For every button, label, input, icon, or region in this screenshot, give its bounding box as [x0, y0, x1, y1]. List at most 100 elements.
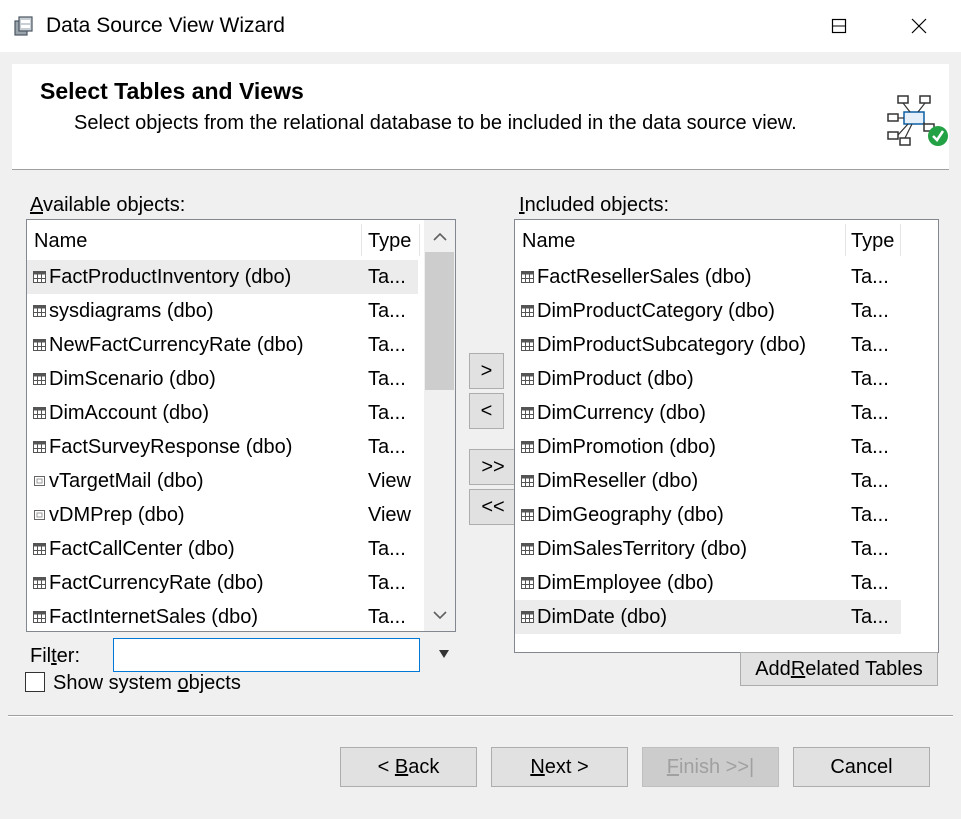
view-icon	[34, 476, 45, 486]
available-row-type: Ta...	[368, 571, 406, 594]
filter-input[interactable]	[113, 638, 420, 672]
table-icon	[33, 271, 46, 283]
cancel-button[interactable]: Cancel	[793, 747, 930, 787]
scroll-up-icon[interactable]	[433, 232, 447, 242]
available-row[interactable]: FactCurrencyRate (dbo) Ta...	[27, 566, 418, 600]
table-icon	[521, 543, 534, 555]
maximize-icon	[831, 18, 847, 34]
available-row-name: FactProductInventory (dbo)	[49, 265, 292, 288]
add-related-tables-button[interactable]: Add Related Tables	[740, 652, 938, 686]
table-icon	[521, 373, 534, 385]
included-row-type: Ta...	[851, 503, 889, 526]
included-row[interactable]: DimCurrency (dbo) Ta...	[515, 396, 901, 430]
included-type-header[interactable]: Type	[851, 230, 894, 253]
close-button[interactable]	[879, 0, 959, 52]
included-row[interactable]: DimProduct (dbo) Ta...	[515, 362, 901, 396]
table-icon	[521, 577, 534, 589]
included-row[interactable]: DimEmployee (dbo) Ta...	[515, 566, 901, 600]
included-row-name: DimSalesTerritory (dbo)	[537, 537, 748, 560]
available-row[interactable]: DimScenario (dbo) Ta...	[27, 362, 418, 396]
table-icon	[33, 407, 46, 419]
scrollbar-thumb[interactable]	[425, 252, 454, 390]
available-row-type: Ta...	[368, 333, 406, 356]
included-row[interactable]: FactResellerSales (dbo) Ta...	[515, 260, 901, 294]
included-row[interactable]: DimReseller (dbo) Ta...	[515, 464, 901, 498]
back-button[interactable]: < Back	[340, 747, 477, 787]
included-row[interactable]: DimProductSubcategory (dbo) Ta...	[515, 328, 901, 362]
available-row-name: vDMPrep (dbo)	[49, 503, 185, 526]
title-bar: Data Source View Wizard	[0, 0, 961, 52]
available-objects-list[interactable]: Name Type FactProductInventory (dbo) Ta..…	[26, 219, 456, 632]
available-row[interactable]: DimAccount (dbo) Ta...	[27, 396, 418, 430]
included-row-type: Ta...	[851, 435, 889, 458]
included-row-name: DimCurrency (dbo)	[537, 401, 706, 424]
scroll-down-icon[interactable]	[433, 610, 447, 620]
available-name-header[interactable]: Name	[34, 230, 87, 253]
available-row-type: Ta...	[368, 605, 406, 628]
table-icon	[33, 373, 46, 385]
available-row[interactable]: vDMPrep (dbo) View	[27, 498, 418, 532]
included-column-headers: Name Type	[515, 220, 938, 260]
available-row[interactable]: sysdiagrams (dbo) Ta...	[27, 294, 418, 328]
included-objects-label: Included objects:	[519, 194, 670, 216]
available-row-name: vTargetMail (dbo)	[49, 469, 204, 492]
included-row-type: Ta...	[851, 299, 889, 322]
available-row-name: DimScenario (dbo)	[49, 367, 216, 390]
finish-button[interactable]: Finish >>|	[642, 747, 779, 787]
available-row-name: FactInternetSales (dbo)	[49, 605, 258, 628]
included-row[interactable]: DimSalesTerritory (dbo) Ta...	[515, 532, 901, 566]
available-row-name: DimAccount (dbo)	[49, 401, 210, 424]
included-row[interactable]: DimPromotion (dbo) Ta...	[515, 430, 901, 464]
included-objects-list[interactable]: Name Type FactResellerSales (dbo) Ta... Di…	[514, 219, 939, 653]
included-row-name: DimEmployee (dbo)	[537, 571, 714, 594]
included-row-type: Ta...	[851, 265, 889, 288]
add-all-button[interactable]: >>	[469, 449, 517, 485]
filter-dropdown-icon[interactable]	[438, 649, 450, 659]
show-system-objects-label[interactable]: Show system objects	[53, 672, 241, 695]
window-title: Data Source View Wizard	[46, 14, 285, 37]
included-row-name: DimProductSubcategory (dbo)	[537, 333, 807, 356]
available-row[interactable]: vTargetMail (dbo) View	[27, 464, 418, 498]
available-type-header[interactable]: Type	[368, 230, 411, 253]
available-row-name: NewFactCurrencyRate (dbo)	[49, 333, 304, 356]
included-row-type: Ta...	[851, 367, 889, 390]
available-row-type: Ta...	[368, 435, 406, 458]
available-row[interactable]: FactInternetSales (dbo) Ta...	[27, 600, 418, 631]
included-row-type: Ta...	[851, 571, 889, 594]
included-row-name: DimProductCategory (dbo)	[537, 299, 775, 322]
included-row[interactable]: DimDate (dbo) Ta...	[515, 600, 901, 634]
included-row-name: DimGeography (dbo)	[537, 503, 724, 526]
available-row-name: sysdiagrams (dbo)	[49, 299, 214, 322]
remove-selected-button[interactable]: <	[469, 393, 504, 429]
available-row-type: View	[368, 469, 411, 492]
available-scrollbar[interactable]	[424, 220, 455, 631]
available-row-type: Ta...	[368, 401, 406, 424]
table-icon	[33, 611, 46, 623]
next-button[interactable]: Next >	[491, 747, 628, 787]
table-icon	[521, 339, 534, 351]
maximize-button[interactable]	[799, 0, 879, 52]
available-row-type: Ta...	[368, 367, 406, 390]
included-name-header[interactable]: Name	[522, 230, 575, 253]
available-row-type: Ta...	[368, 299, 406, 322]
database-wizard-icon	[14, 16, 33, 36]
included-row[interactable]: DimGeography (dbo) Ta...	[515, 498, 901, 532]
available-row[interactable]: FactProductInventory (dbo) Ta...	[27, 260, 418, 294]
footer-separator	[8, 715, 953, 717]
show-system-objects-checkbox[interactable]	[25, 672, 45, 692]
included-row-name: DimProduct (dbo)	[537, 367, 694, 390]
included-row-type: Ta...	[851, 469, 889, 492]
available-row[interactable]: FactSurveyResponse (dbo) Ta...	[27, 430, 418, 464]
available-row[interactable]: FactCallCenter (dbo) Ta...	[27, 532, 418, 566]
page-title: Select Tables and Views	[40, 78, 304, 104]
add-selected-button[interactable]: >	[469, 353, 504, 389]
remove-all-button[interactable]: <<	[469, 489, 517, 525]
page-subtitle: Select objects from the relational datab…	[74, 112, 797, 134]
included-row-name: DimDate (dbo)	[537, 605, 668, 628]
table-icon	[521, 611, 534, 623]
included-row-type: Ta...	[851, 537, 889, 560]
available-row-type: Ta...	[368, 537, 406, 560]
available-row[interactable]: NewFactCurrencyRate (dbo) Ta...	[27, 328, 418, 362]
included-row[interactable]: DimProductCategory (dbo) Ta...	[515, 294, 901, 328]
available-row-name: FactSurveyResponse (dbo)	[49, 435, 293, 458]
